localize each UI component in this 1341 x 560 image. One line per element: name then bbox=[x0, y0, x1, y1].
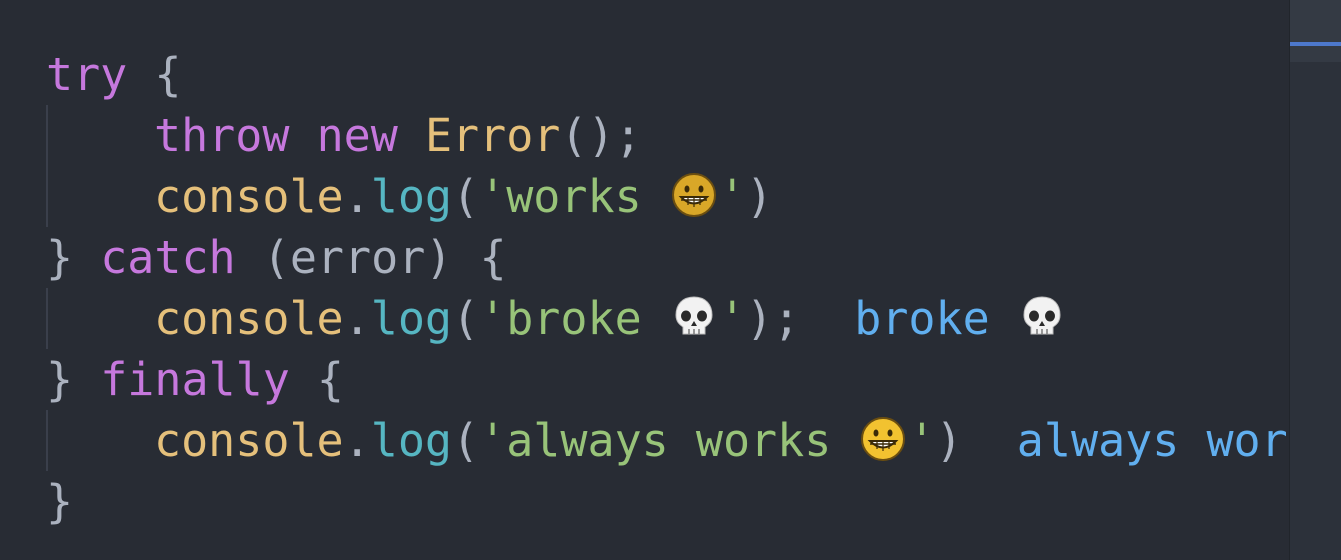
log-method: log bbox=[370, 414, 453, 467]
close-paren: ) bbox=[745, 170, 773, 223]
grinning-face-icon bbox=[671, 173, 716, 217]
console-object: console bbox=[154, 292, 344, 345]
keyword-finally: finally bbox=[100, 353, 290, 406]
skull-icon bbox=[675, 296, 713, 335]
class-error: Error bbox=[424, 109, 561, 162]
string-close-quote: ' bbox=[908, 414, 936, 467]
close-brace: } bbox=[46, 475, 74, 528]
open-paren: ( bbox=[452, 292, 480, 345]
code-line-6: } finally { bbox=[46, 349, 1286, 410]
inline-console-output: broke bbox=[854, 292, 990, 345]
keyword-try: try bbox=[46, 48, 128, 101]
string-literal: 'works bbox=[479, 170, 669, 223]
close-paren: ); bbox=[745, 292, 801, 345]
indent-guide bbox=[46, 166, 48, 227]
code-line-8: } bbox=[46, 471, 1286, 532]
close-brace: } bbox=[46, 353, 74, 406]
string-close-quote: ' bbox=[718, 170, 746, 223]
string-literal: 'always works bbox=[479, 414, 859, 467]
code-line-1: try { bbox=[46, 44, 1286, 105]
inline-console-output: always works bbox=[1016, 414, 1286, 467]
open-paren: ( bbox=[452, 414, 480, 467]
grinning-face-icon bbox=[861, 417, 906, 461]
indent-guide bbox=[46, 410, 48, 471]
minimap-viewport[interactable] bbox=[1290, 0, 1341, 62]
code-line-5: console.log('broke '); broke bbox=[46, 288, 1286, 349]
code-line-7: console.log('always works ') always work… bbox=[46, 410, 1286, 471]
code-line-2: throw new Error(); bbox=[46, 105, 1286, 166]
code-area[interactable]: try { throw new Error(); console.log('wo… bbox=[46, 44, 1286, 532]
console-object: console bbox=[154, 414, 344, 467]
log-method: log bbox=[370, 170, 453, 223]
dot: . bbox=[343, 170, 371, 223]
close-paren: ) bbox=[935, 414, 963, 467]
minimap[interactable] bbox=[1289, 0, 1341, 560]
call-punctuation: (); bbox=[560, 109, 642, 162]
keyword-catch: catch bbox=[100, 231, 236, 284]
code-line-4: } catch (error) { bbox=[46, 227, 1286, 288]
minimap-cursor-marker bbox=[1290, 42, 1341, 46]
console-object: console bbox=[154, 170, 344, 223]
open-brace: { bbox=[127, 48, 182, 101]
code-line-3: console.log('works ') bbox=[46, 166, 1286, 227]
close-brace: } bbox=[46, 231, 74, 284]
catch-params: (error) { bbox=[235, 231, 507, 284]
code-editor[interactable]: try { throw new Error(); console.log('wo… bbox=[0, 0, 1341, 560]
indent-guide bbox=[46, 288, 48, 349]
keyword-throw: throw bbox=[154, 109, 290, 162]
string-literal: 'broke bbox=[479, 292, 669, 345]
log-method: log bbox=[370, 292, 453, 345]
dot: . bbox=[343, 414, 371, 467]
dot: . bbox=[343, 292, 371, 345]
open-brace: { bbox=[289, 353, 345, 406]
keyword-new: new bbox=[316, 109, 398, 162]
indent-guide bbox=[46, 105, 48, 166]
open-paren: ( bbox=[452, 170, 480, 223]
skull-icon bbox=[1023, 296, 1061, 335]
string-close-quote: ' bbox=[718, 292, 746, 345]
